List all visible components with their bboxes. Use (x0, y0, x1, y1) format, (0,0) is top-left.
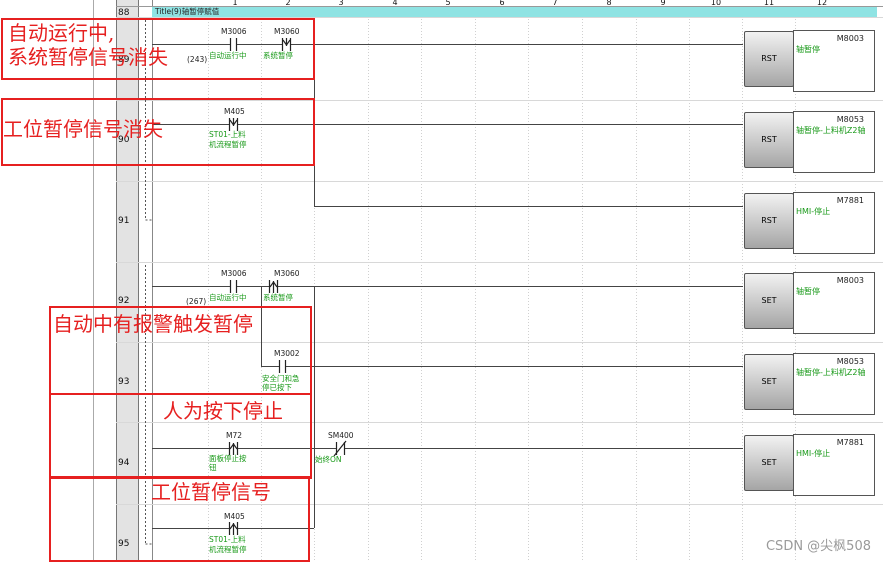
ladder-editor: 1 2 3 4 5 6 7 8 9 10 11 12 Title(9)轴暂停赋值… (0, 0, 883, 562)
column-header: 7 (552, 0, 558, 6)
coil-device: M8053 (836, 357, 864, 366)
annotation-text: 人为按下停止 (163, 399, 283, 423)
coil-device: M7881 (836, 196, 864, 205)
coil-comment: 轴暂停 (796, 45, 820, 54)
annotation-text: 工位暂停信号 (151, 480, 271, 504)
coil-device: M8053 (836, 115, 864, 124)
rst-instruction[interactable]: RST (744, 193, 794, 249)
coil-operand[interactable]: M8003 轴暂停 (793, 30, 875, 92)
row-number[interactable]: 88 (118, 8, 146, 18)
contact-comment: 系统暂停 (263, 293, 293, 302)
contact-comment: 始终ON (315, 455, 342, 464)
annotation-text: 系统暂停信号消失 (8, 45, 168, 69)
row-number[interactable]: 91 (118, 216, 146, 226)
set-instruction[interactable]: SET (744, 273, 794, 329)
coil-comment: 轴暂停-上料机Z2轴 (796, 126, 866, 135)
coil-operand[interactable]: M7881 HMI-停止 (793, 434, 875, 496)
contact-device[interactable]: M3006 (221, 269, 247, 278)
coil-operand[interactable]: M7881 HMI-停止 (793, 192, 875, 254)
set-instruction[interactable]: SET (744, 354, 794, 410)
coil-comment: 轴暂停 (796, 287, 820, 296)
column-header: 6 (499, 0, 505, 6)
annotation-text: 自动运行中, (8, 21, 115, 45)
coil-comment: 轴暂停-上料机Z2轴 (796, 368, 866, 377)
contact-device[interactable]: M3060 (274, 269, 300, 278)
column-header: 2 (285, 0, 291, 6)
column-header: 12 (816, 0, 828, 6)
column-header: 5 (445, 0, 451, 6)
coil-comment: HMI-停止 (796, 449, 831, 458)
contact-device[interactable]: SM400 (328, 431, 354, 440)
column-header: 10 (710, 0, 722, 6)
column-header: 3 (338, 0, 344, 6)
watermark: CSDN @尖枫508 (765, 539, 871, 554)
rst-instruction[interactable]: RST (744, 31, 794, 87)
coil-operand[interactable]: M8003 轴暂停 (793, 272, 875, 334)
coil-device: M8003 (836, 276, 864, 285)
coil-operand[interactable]: M8053 轴暂停-上料机Z2轴 (793, 353, 875, 415)
row-number[interactable]: 92 (118, 296, 146, 306)
column-header: 9 (660, 0, 666, 6)
coil-device: M8003 (836, 34, 864, 43)
rung-title: Title(9)轴暂停赋值 (155, 7, 220, 16)
contact-comment: 自动运行中 (209, 293, 247, 302)
annotation-text: 工位暂停信号消失 (3, 117, 163, 141)
set-instruction[interactable]: SET (744, 435, 794, 491)
column-header: 11 (763, 0, 775, 6)
annotation-text: 自动中有报警触发暂停 (53, 312, 253, 336)
step-number: (267) (186, 297, 207, 306)
coil-operand[interactable]: M8053 轴暂停-上料机Z2轴 (793, 111, 875, 173)
column-header: 1 (232, 0, 238, 6)
coil-comment: HMI-停止 (796, 207, 831, 216)
rst-instruction[interactable]: RST (744, 112, 794, 168)
column-header: 8 (606, 0, 612, 6)
column-header: 4 (392, 0, 398, 6)
rung-title-bar[interactable]: Title(9)轴暂停赋值 (152, 7, 877, 17)
coil-device: M7881 (836, 438, 864, 447)
